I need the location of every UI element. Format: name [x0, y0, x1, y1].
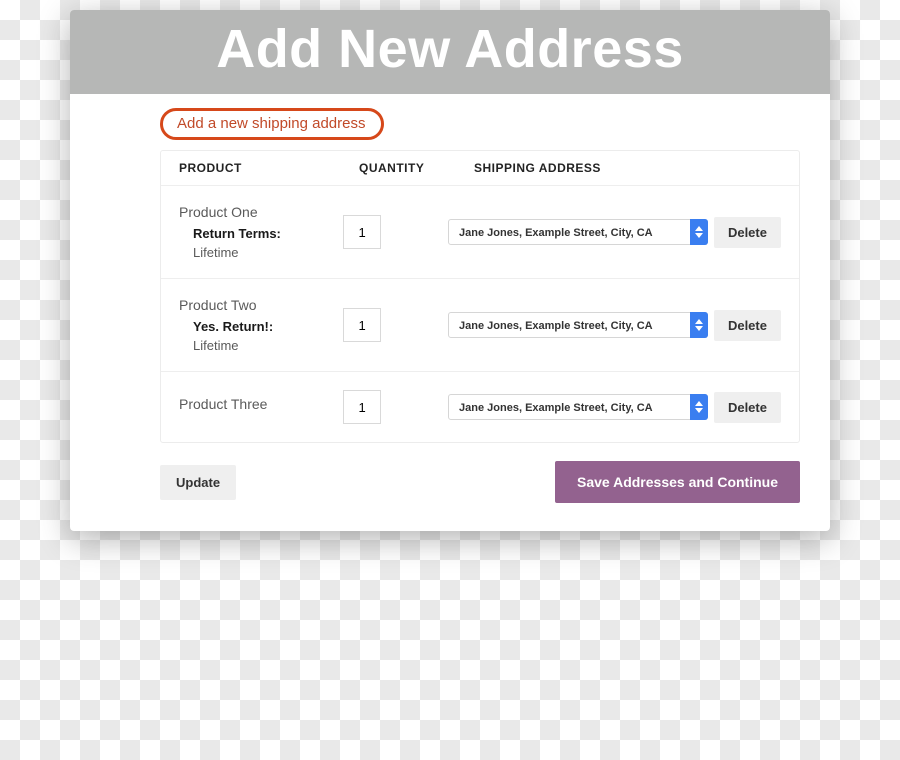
- quantity-cell: [343, 390, 448, 424]
- product-attr-value: Lifetime: [179, 245, 343, 260]
- delete-button[interactable]: Delete: [714, 392, 781, 423]
- header-product: PRODUCT: [179, 161, 359, 175]
- page-title: Add New Address: [70, 10, 830, 94]
- quantity-input[interactable]: [343, 308, 381, 342]
- updown-icon: [690, 312, 708, 338]
- header-quantity: QUANTITY: [359, 161, 474, 175]
- address-cell: Jane Jones, Example Street, City, CA: [448, 219, 708, 245]
- address-select-value: Jane Jones, Example Street, City, CA: [448, 219, 708, 245]
- address-select-value: Jane Jones, Example Street, City, CA: [448, 394, 708, 420]
- table-header: PRODUCT QUANTITY SHIPPING ADDRESS: [161, 151, 799, 185]
- action-cell: Delete: [708, 392, 781, 423]
- actions-bar: Update Save Addresses and Continue: [160, 461, 800, 503]
- table-row: Product Three Jane Jones, Example Street…: [161, 371, 799, 442]
- address-cell: Jane Jones, Example Street, City, CA: [448, 394, 708, 420]
- address-select-value: Jane Jones, Example Street, City, CA: [448, 312, 708, 338]
- add-shipping-address-link[interactable]: Add a new shipping address: [160, 108, 384, 140]
- address-cell: Jane Jones, Example Street, City, CA: [448, 312, 708, 338]
- quantity-input[interactable]: [343, 215, 381, 249]
- header-address: SHIPPING ADDRESS: [474, 161, 781, 175]
- address-select[interactable]: Jane Jones, Example Street, City, CA: [448, 394, 708, 420]
- product-attr-value: Lifetime: [179, 338, 343, 353]
- product-table: PRODUCT QUANTITY SHIPPING ADDRESS Produc…: [160, 150, 800, 443]
- action-cell: Delete: [708, 310, 781, 341]
- delete-button[interactable]: Delete: [714, 310, 781, 341]
- update-button[interactable]: Update: [160, 465, 236, 500]
- product-cell: Product Two Yes. Return!: Lifetime: [179, 297, 343, 353]
- action-cell: Delete: [708, 217, 781, 248]
- product-cell: Product Three: [179, 396, 343, 418]
- quantity-cell: [343, 215, 448, 249]
- quantity-input[interactable]: [343, 390, 381, 424]
- updown-icon: [690, 219, 708, 245]
- product-attr-label: Yes. Return!:: [179, 319, 343, 334]
- product-name: Product Three: [179, 396, 343, 412]
- quantity-cell: [343, 308, 448, 342]
- product-name: Product One: [179, 204, 343, 220]
- updown-icon: [690, 394, 708, 420]
- product-name: Product Two: [179, 297, 343, 313]
- content: Add a new shipping address PRODUCT QUANT…: [70, 94, 830, 531]
- product-cell: Product One Return Terms: Lifetime: [179, 204, 343, 260]
- address-select[interactable]: Jane Jones, Example Street, City, CA: [448, 219, 708, 245]
- delete-button[interactable]: Delete: [714, 217, 781, 248]
- stage: Add New Address Add a new shipping addre…: [0, 0, 900, 760]
- table-row: Product One Return Terms: Lifetime Jane …: [161, 185, 799, 278]
- save-continue-button[interactable]: Save Addresses and Continue: [555, 461, 800, 503]
- table-row: Product Two Yes. Return!: Lifetime Jane …: [161, 278, 799, 371]
- window: Add New Address Add a new shipping addre…: [70, 10, 830, 531]
- address-select[interactable]: Jane Jones, Example Street, City, CA: [448, 312, 708, 338]
- product-attr-label: Return Terms:: [179, 226, 343, 241]
